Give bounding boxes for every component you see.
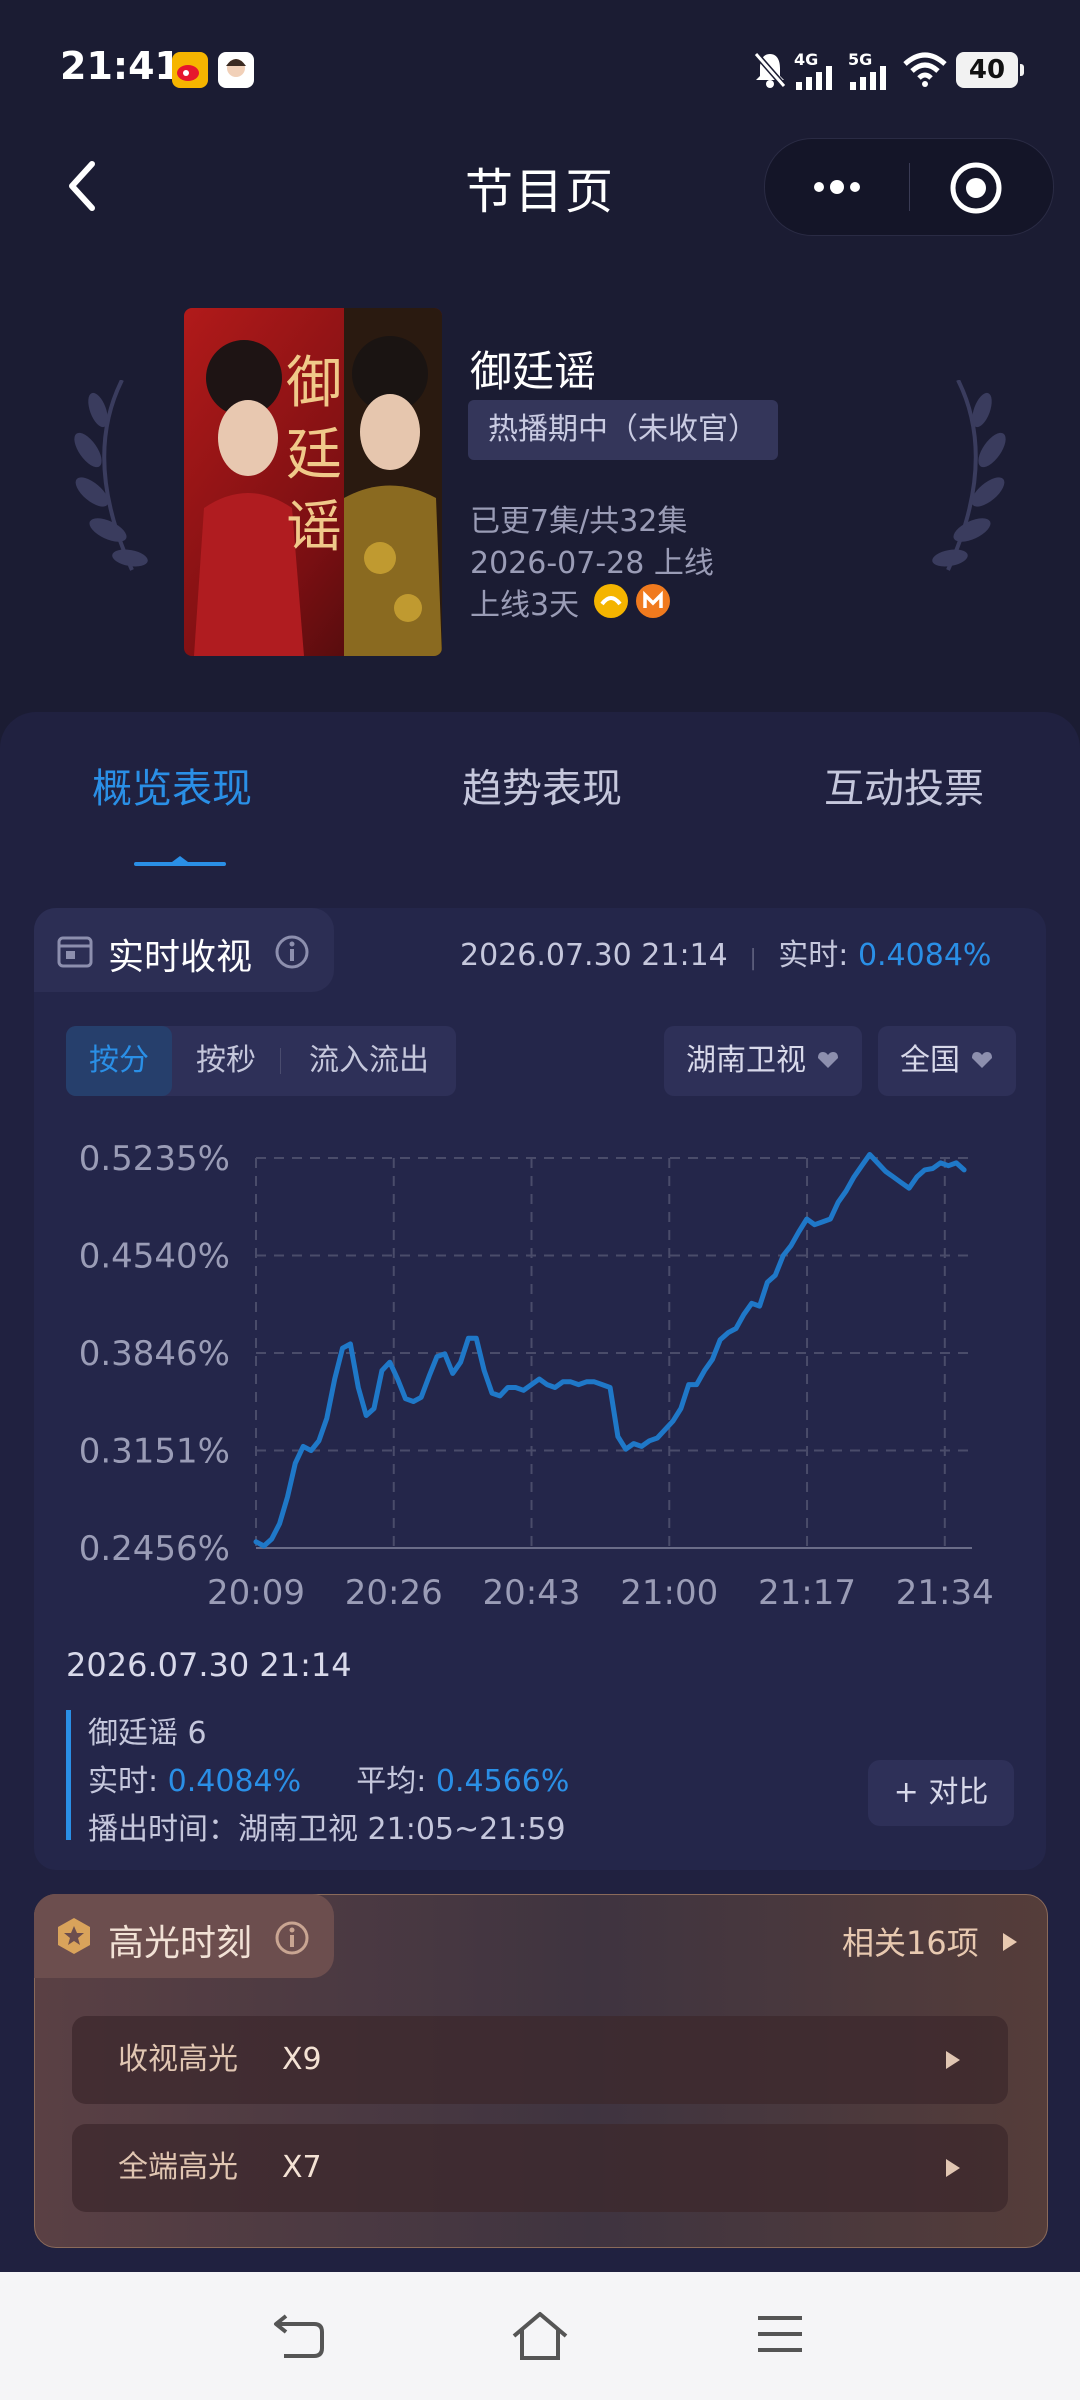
nav-home-button[interactable] [510,2308,570,2368]
tab-trend[interactable]: 趋势表现 [462,756,622,814]
episode-count: 已更7集/共32集 [470,504,688,539]
realtime-value: 0.4084% [857,938,992,973]
poster-title: 御廷谣 [286,351,342,560]
imgo-icon [636,584,670,618]
seg-by-minute[interactable]: 按分 [66,1026,172,1096]
y-tick-label: 0.2456% [79,1529,230,1569]
x-tick-label: 21:34 [896,1573,994,1613]
region-dropdown[interactable]: 全国 [878,1026,1016,1096]
wifi-icon [902,52,948,92]
laurel-left-icon [62,379,152,580]
realtime-stamp: 2026.07.30 21:14 | 实时: 0.4084% [460,930,991,974]
tab-vote[interactable]: 互动投票 [824,756,984,814]
capsule-divider [909,163,910,211]
highlight-related-link[interactable]: 相关16项 [842,1918,1021,1964]
more-dots-icon [814,180,860,194]
x-tick-label: 21:00 [620,1573,718,1613]
region-value: 全国 [900,1043,960,1078]
status-time: 21:41 [60,44,181,88]
seg-inflow-outflow[interactable]: 流入流出 [282,1026,456,1096]
mango-tv-icon [594,584,628,618]
heart-caret-icon [817,1052,838,1068]
more-button[interactable] [801,169,873,205]
detail-rt-value: 0.4084% [167,1764,302,1799]
play-arrow-icon [946,2159,960,2177]
highlight-row-allplatform[interactable]: 全端高光 X7 [72,2124,1008,2212]
detail-episode: 御廷谣 6 [88,1716,207,1751]
signal-icon [794,66,834,94]
menu-icon [758,2316,802,2352]
detail-airtime: 播出时间：湖南卫视 21:05~21:59 [88,1812,566,1847]
x-tick-label: 20:09 [207,1573,305,1613]
ratings-line-chart[interactable]: 0.5235% 0.4540% 0.3846% 0.3151% 0.2456%20:09… [34,1120,1034,1630]
back-nav-icon [274,2314,324,2358]
detail-values: 实时: 0.4084% 平均: 0.4566% [88,1756,569,1800]
info-icon[interactable] [274,934,310,974]
heart-caret-icon [971,1052,992,1068]
highlight-count: X9 [282,2042,322,2077]
highlight-count: X7 [282,2150,322,2185]
info-icon[interactable] [274,1920,310,1960]
play-arrow-icon [946,2051,960,2069]
close-miniprogram-button[interactable] [949,161,1003,215]
detail-avg-value: 0.4566% [435,1764,570,1799]
highlight-title: 高光时刻 [108,1923,253,1964]
channel-dropdown[interactable]: 湖南卫视 [664,1026,862,1096]
detail-rt-label: 实时: [88,1764,159,1799]
compare-button[interactable]: + 对比 [868,1760,1014,1826]
avatar-app-icon [218,52,254,88]
y-tick-label: 0.4540% [79,1237,230,1277]
show-title: 御廷谣 [470,347,597,396]
highlight-row-ratings[interactable]: 收视高光 X9 [72,2016,1008,2104]
x-tick-label: 21:17 [758,1573,856,1613]
detail-avg-label: 平均: [356,1764,427,1799]
channel-value: 湖南卫视 [686,1043,806,1078]
x-tick-label: 20:43 [483,1573,581,1613]
status-bar: 21:41 4G 5G 40 [0,0,1080,140]
nav-back-button[interactable] [272,2310,326,2366]
realtime-timestamp: 2026.07.30 21:14 [460,938,728,973]
target-icon [950,162,1002,214]
highlight-label: 全端高光 [118,2150,238,2185]
release-date: 2026-07-28 上线 [470,546,714,581]
y-tick-label: 0.5235% [79,1139,230,1179]
realtime-label: 实时: [778,938,849,973]
mute-icon [752,50,788,94]
seg-by-second[interactable]: 按秒 [172,1026,280,1096]
tab-overview[interactable]: 概览表现 [92,756,252,814]
signal-icon [848,66,888,94]
realtime-title: 实时收视 [108,937,253,978]
laurel-right-icon [928,379,1018,580]
play-arrow-icon [1002,1933,1017,1951]
series-line [253,1152,967,1549]
highlight-related-text: 相关16项 [842,1924,979,1962]
weibo-icon [172,52,208,88]
y-tick-label: 0.3846% [79,1334,230,1374]
status-tag: 热播期中（未收官） [468,400,778,460]
highlight-label: 收视高光 [118,2042,238,2077]
x-tick-label: 20:26 [345,1573,443,1613]
show-poster[interactable]: 御廷谣 [184,308,442,656]
battery-indicator: 40 [956,52,1024,88]
y-tick-label: 0.3151% [79,1432,230,1472]
mini-program-capsule [764,138,1054,236]
granularity-switch: 按分 按秒 流入流出 [66,1026,456,1096]
days-online: 上线3天 [470,588,580,623]
series-color-bar [66,1710,71,1840]
nav-menu-button[interactable] [756,2312,804,2360]
star-badge-icon [54,1916,94,1960]
seg-divider [280,1048,281,1074]
home-icon [512,2312,568,2360]
tab-indicator [134,856,226,866]
separator: | [749,946,757,971]
tv-calendar-icon [56,932,94,974]
system-nav-bar [0,2272,1080,2400]
detail-timestamp: 2026.07.30 21:14 [66,1646,352,1684]
